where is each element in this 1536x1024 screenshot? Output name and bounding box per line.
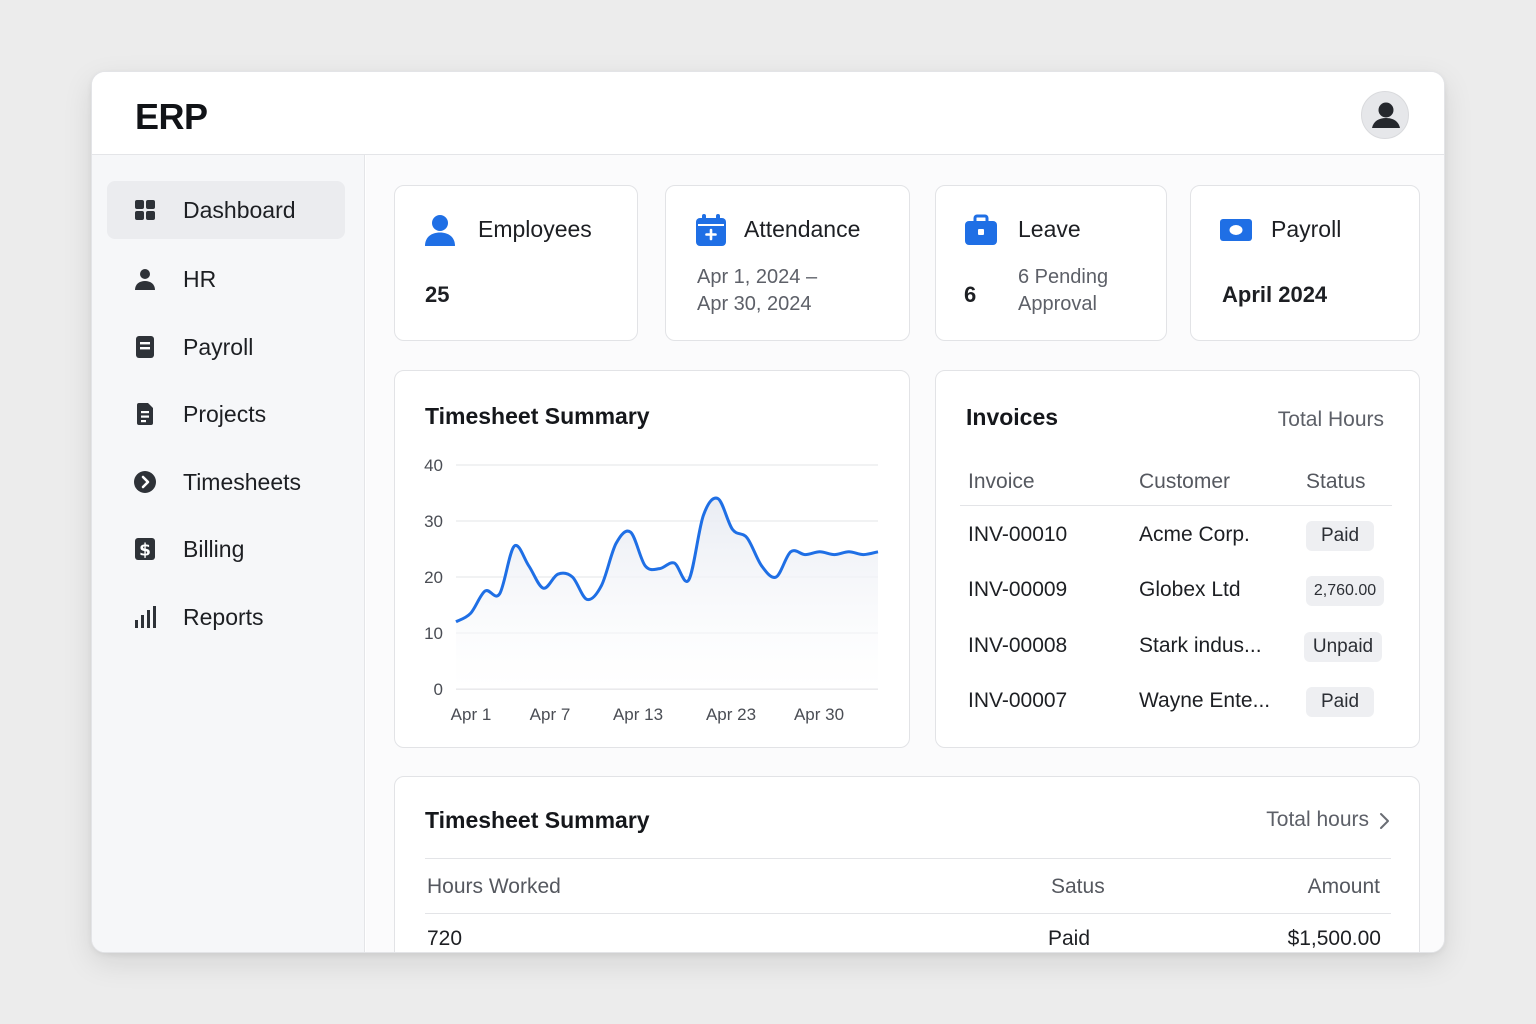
- column-header-status[interactable]: Satus: [1051, 875, 1105, 899]
- employees-title: Employees: [478, 216, 592, 242]
- y-tick-label: 10: [424, 624, 443, 643]
- sidebar-item-label: Projects: [183, 401, 267, 427]
- invoices-card: Invoices Total Hours Invoice Customer St…: [935, 370, 1420, 748]
- column-header-invoice[interactable]: Invoice: [968, 470, 1035, 494]
- sidebar-item-billing[interactable]: $ Billing: [107, 520, 345, 578]
- top-bar: ERP: [92, 72, 1444, 155]
- column-header-amount[interactable]: Amount: [1308, 875, 1380, 899]
- total-hours-link[interactable]: Total hours: [1266, 808, 1369, 832]
- avatar[interactable]: [1361, 91, 1409, 139]
- series-area: [456, 498, 878, 689]
- employees-count: 25: [425, 282, 450, 307]
- svg-text:$: $: [139, 541, 151, 561]
- table-row[interactable]: INV-00009 Globex Ltd 2,760.00: [936, 564, 1419, 619]
- employees-card[interactable]: Employees 25: [394, 185, 638, 341]
- chevron-right-icon[interactable]: [1377, 811, 1391, 831]
- file-icon: [137, 403, 153, 425]
- table-row[interactable]: INV-00008 Stark indus... Unpaid: [936, 620, 1419, 675]
- payroll-period: April 2024: [1222, 282, 1328, 307]
- x-tick-label: Apr 23: [706, 705, 756, 724]
- sidebar-item-hr[interactable]: HR: [107, 250, 345, 308]
- sidebar-item-reports[interactable]: Reports: [107, 588, 345, 646]
- attendance-range-end: Apr 30, 2024: [697, 293, 812, 315]
- dollar-icon: $: [135, 538, 155, 561]
- leave-count: 6: [964, 282, 977, 307]
- sidebar-item-label: Billing: [183, 536, 245, 562]
- attendance-range-start: Apr 1, 2024 –: [697, 266, 818, 288]
- status-badge: 2,760.00: [1306, 576, 1384, 606]
- sidebar-item-timesheets[interactable]: Timesheets: [107, 453, 345, 511]
- money-icon: [1220, 219, 1252, 241]
- hours-worked-value: 720: [427, 927, 463, 950]
- y-tick-label: 0: [434, 680, 443, 699]
- table-row[interactable]: INV-00010 Acme Corp. Paid: [936, 509, 1419, 564]
- customer-name: Globex Ltd: [1139, 578, 1241, 601]
- x-tick-label: Apr 13: [613, 705, 663, 724]
- divider: [425, 913, 1391, 914]
- column-header-status[interactable]: Status: [1306, 470, 1366, 494]
- person-icon: [425, 215, 455, 246]
- sidebar-item-label: Timesheets: [183, 469, 302, 495]
- sidebar-item-payroll[interactable]: Payroll: [107, 318, 345, 376]
- customer-name: Stark indus...: [1139, 634, 1262, 657]
- table-row[interactable]: INV-00007 Wayne Ente... Paid: [936, 675, 1419, 730]
- leave-pending: 6 Pending: [1018, 266, 1109, 288]
- sidebar-item-label: Payroll: [183, 334, 254, 360]
- app-title: ERP: [135, 96, 208, 137]
- invoice-id: INV-00009: [968, 578, 1068, 601]
- invoice-id: INV-00008: [968, 634, 1068, 657]
- timesheet-chart: 40 30 20 10 0 Apr 1 Apr 7 Apr 13 Apr 23 Apr 30: [424, 456, 879, 724]
- attendance-title: Attendance: [744, 216, 861, 242]
- document-icon: [136, 336, 154, 358]
- invoice-id: INV-00007: [968, 689, 1068, 712]
- sidebar-item-label: Reports: [183, 604, 264, 630]
- grid-icon: [135, 200, 155, 220]
- status-value: Paid: [1048, 927, 1091, 950]
- status-badge: Unpaid: [1304, 632, 1382, 662]
- status-badge: Paid: [1306, 521, 1374, 551]
- payroll-title: Payroll: [1271, 216, 1342, 242]
- leave-title: Leave: [1018, 216, 1081, 242]
- timesheet-summary-card: Timesheet Summary Total hours Hours Work…: [394, 776, 1420, 952]
- bar-chart-icon: [135, 606, 156, 628]
- leave-card[interactable]: Leave 6 6 Pending Approval: [935, 185, 1167, 341]
- customer-name: Wayne Ente...: [1139, 689, 1271, 712]
- timesheet-chart-card: Timesheet Summary 40 30 20 10 0 Apr 1 Apr 7 Apr…: [394, 370, 910, 748]
- y-tick-label: 40: [424, 456, 443, 475]
- invoices-total-label[interactable]: Total Hours: [1278, 408, 1384, 432]
- y-tick-label: 30: [424, 512, 443, 531]
- main-content: Employees 25 Attendance Apr 1, 2024 – Ap…: [366, 155, 1444, 952]
- column-header-hours-worked[interactable]: Hours Worked: [427, 875, 561, 899]
- leave-approval: Approval: [1018, 293, 1097, 315]
- x-tick-label: Apr 7: [530, 705, 571, 724]
- timesheet-summary-title: Timesheet Summary: [425, 807, 650, 833]
- attendance-card[interactable]: Attendance Apr 1, 2024 – Apr 30, 2024: [665, 185, 910, 341]
- amount-value: $1,500.00: [1287, 927, 1381, 950]
- divider: [425, 858, 1391, 859]
- sidebar-item-label: Dashboard: [183, 197, 296, 223]
- user-icon: [1372, 102, 1400, 128]
- app-window: ERP Dashboard HR Payroll Projects Timesh…: [91, 71, 1445, 953]
- briefcase-icon: [965, 214, 997, 245]
- person-icon: [135, 269, 155, 290]
- invoices-title: Invoices: [966, 404, 1059, 430]
- column-header-customer[interactable]: Customer: [1139, 470, 1230, 494]
- chevron-circle-icon: [134, 471, 156, 493]
- x-tick-label: Apr 1: [451, 705, 492, 724]
- status-badge: Paid: [1306, 687, 1374, 717]
- customer-name: Acme Corp.: [1139, 523, 1250, 546]
- payroll-card[interactable]: Payroll April 2024: [1190, 185, 1420, 341]
- y-tick-label: 20: [424, 568, 443, 587]
- divider: [960, 505, 1392, 506]
- sidebar-item-projects[interactable]: Projects: [107, 385, 345, 443]
- sidebar-item-dashboard[interactable]: Dashboard: [107, 181, 345, 239]
- invoice-id: INV-00010: [968, 523, 1068, 546]
- calendar-icon: [696, 214, 726, 246]
- x-tick-label: Apr 30: [794, 705, 844, 724]
- sidebar: Dashboard HR Payroll Projects Timesheets…: [92, 155, 365, 952]
- sidebar-item-label: HR: [183, 266, 217, 292]
